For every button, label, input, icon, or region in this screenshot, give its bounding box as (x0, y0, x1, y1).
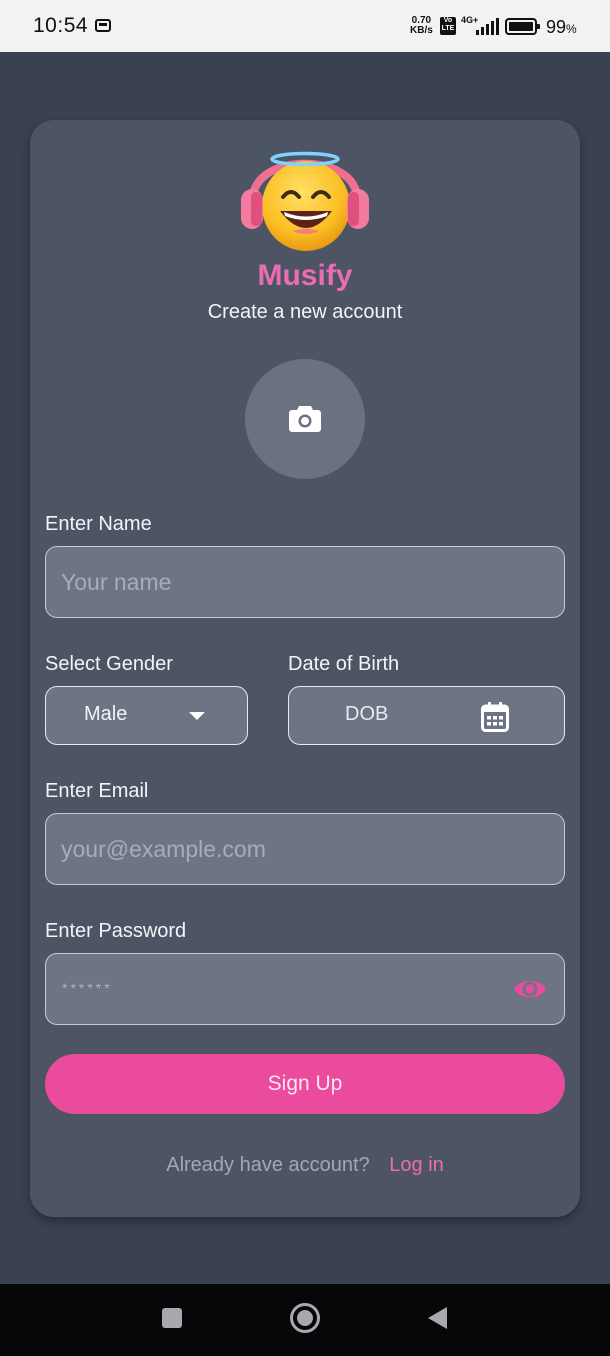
volte-icon: Vo LTE (440, 17, 456, 35)
status-bar: 10:54 0.70 KB/s Vo LTE 4G+ 99% (0, 0, 610, 52)
recents-square-icon[interactable] (162, 1308, 182, 1328)
battery-percent-value: 99 (546, 17, 567, 37)
signup-card: Musify Create a new account Enter Name S… (30, 120, 580, 1217)
password-mask: ****** (62, 980, 113, 996)
profile-photo-picker[interactable] (245, 359, 365, 479)
notification-icon (95, 19, 111, 32)
dob-label: Date of Birth (288, 653, 400, 675)
status-time: 10:54 (33, 14, 89, 37)
dob-value: DOB (345, 703, 389, 725)
password-label: Enter Password (45, 920, 187, 942)
login-prompt: Already have account? (166, 1154, 370, 1176)
calendar-icon (481, 702, 509, 732)
app-name: Musify (257, 259, 353, 292)
name-input[interactable] (45, 546, 565, 618)
signal-bars-icon (476, 18, 499, 35)
battery-icon (505, 18, 540, 35)
battery-percent-unit: % (566, 22, 577, 36)
navigation-bar (0, 1284, 610, 1356)
home-circle-icon[interactable] (289, 1302, 321, 1334)
back-triangle-icon[interactable] (428, 1307, 447, 1329)
email-input[interactable] (45, 813, 565, 885)
gender-label: Select Gender (45, 653, 173, 675)
gender-select[interactable]: Male (45, 686, 248, 745)
camera-icon (289, 406, 321, 432)
chevron-down-icon (189, 712, 205, 720)
password-input[interactable]: ****** (45, 953, 565, 1025)
volte-top-text: Vo (443, 17, 453, 24)
battery-percent: 99% (546, 17, 577, 38)
battery-fill (509, 22, 533, 31)
signal-icon: 4G+ (461, 15, 499, 37)
volte-bottom-text: LTE (441, 25, 455, 32)
email-label: Enter Email (45, 780, 149, 802)
sign-up-button[interactable]: Sign Up (45, 1054, 565, 1114)
eye-icon[interactable] (513, 976, 547, 1002)
dob-picker[interactable]: DOB (288, 686, 565, 745)
network-speed-unit: KB/s (410, 25, 433, 36)
login-row: Already have account? Log in (30, 1154, 580, 1177)
name-label: Enter Name (45, 513, 152, 535)
angel-headphones-emoji-icon (241, 151, 369, 251)
gender-select-value: Male (84, 703, 128, 725)
page-subtitle: Create a new account (207, 301, 403, 323)
login-link[interactable]: Log in (389, 1154, 444, 1176)
network-speed: 0.70 KB/s (410, 16, 433, 36)
